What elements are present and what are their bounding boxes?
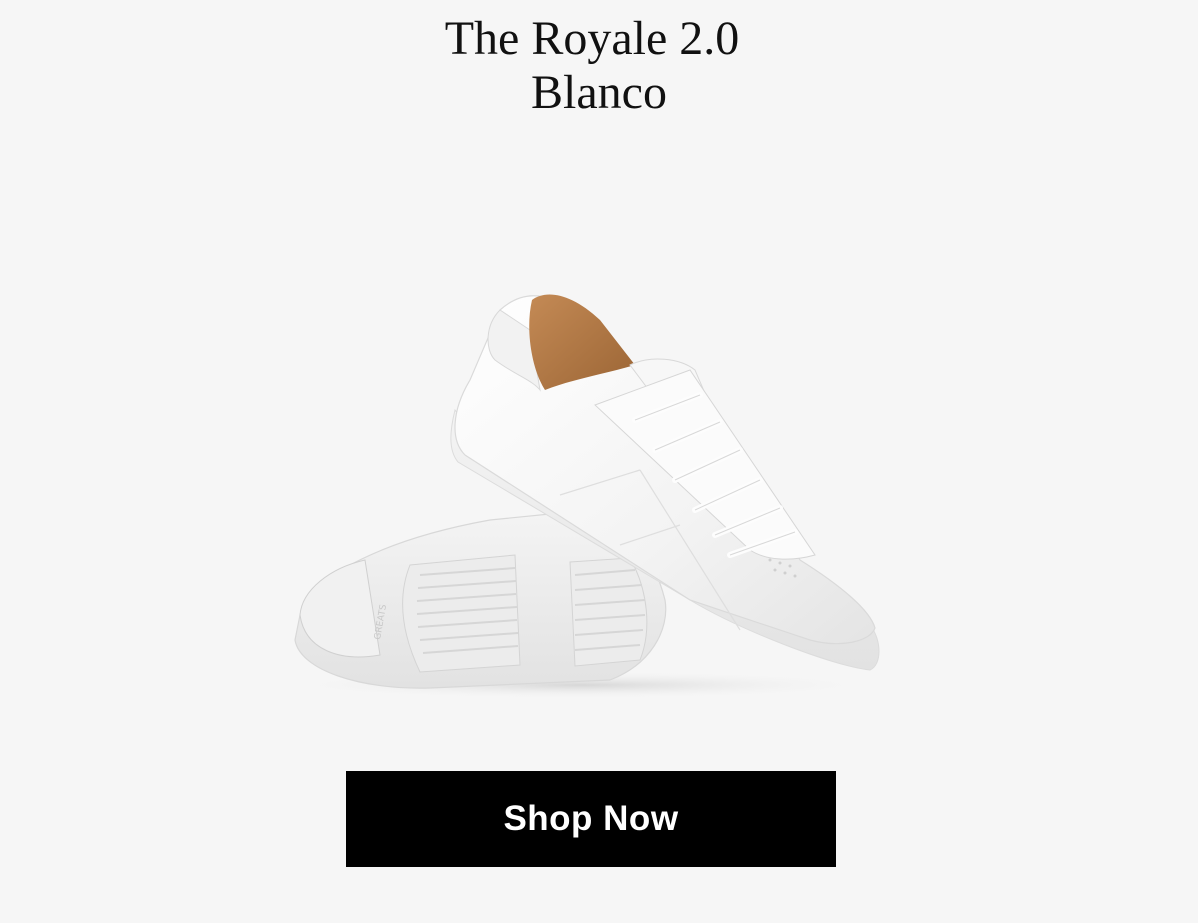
sneaker-pair-image[interactable]: GREATS xyxy=(270,270,910,710)
product-name: The Royale 2.0 xyxy=(444,12,740,65)
product-title: The Royale 2.0 Blanco xyxy=(0,12,1198,120)
product-colorway: Blanco xyxy=(531,66,667,119)
shop-now-button[interactable]: Shop Now xyxy=(346,771,836,867)
product-card: The Royale 2.0 Blanco GREATS Shop Now xyxy=(0,0,1198,923)
